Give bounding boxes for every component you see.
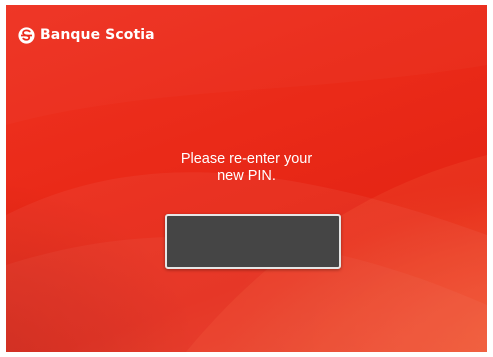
atm-screen: Banque Scotia Please re-enter your new P…: [6, 5, 487, 352]
bank-logo: Banque Scotia: [18, 27, 155, 44]
prompt-line-1: Please re-enter your: [180, 151, 313, 167]
prompt-line-2: new PIN.: [217, 168, 276, 184]
pin-input[interactable]: [165, 214, 341, 269]
scotiabank-s-logo-icon: [18, 27, 35, 44]
pin-prompt: Please re-enter your new PIN.: [6, 151, 487, 185]
bank-name: Banque Scotia: [40, 27, 155, 43]
